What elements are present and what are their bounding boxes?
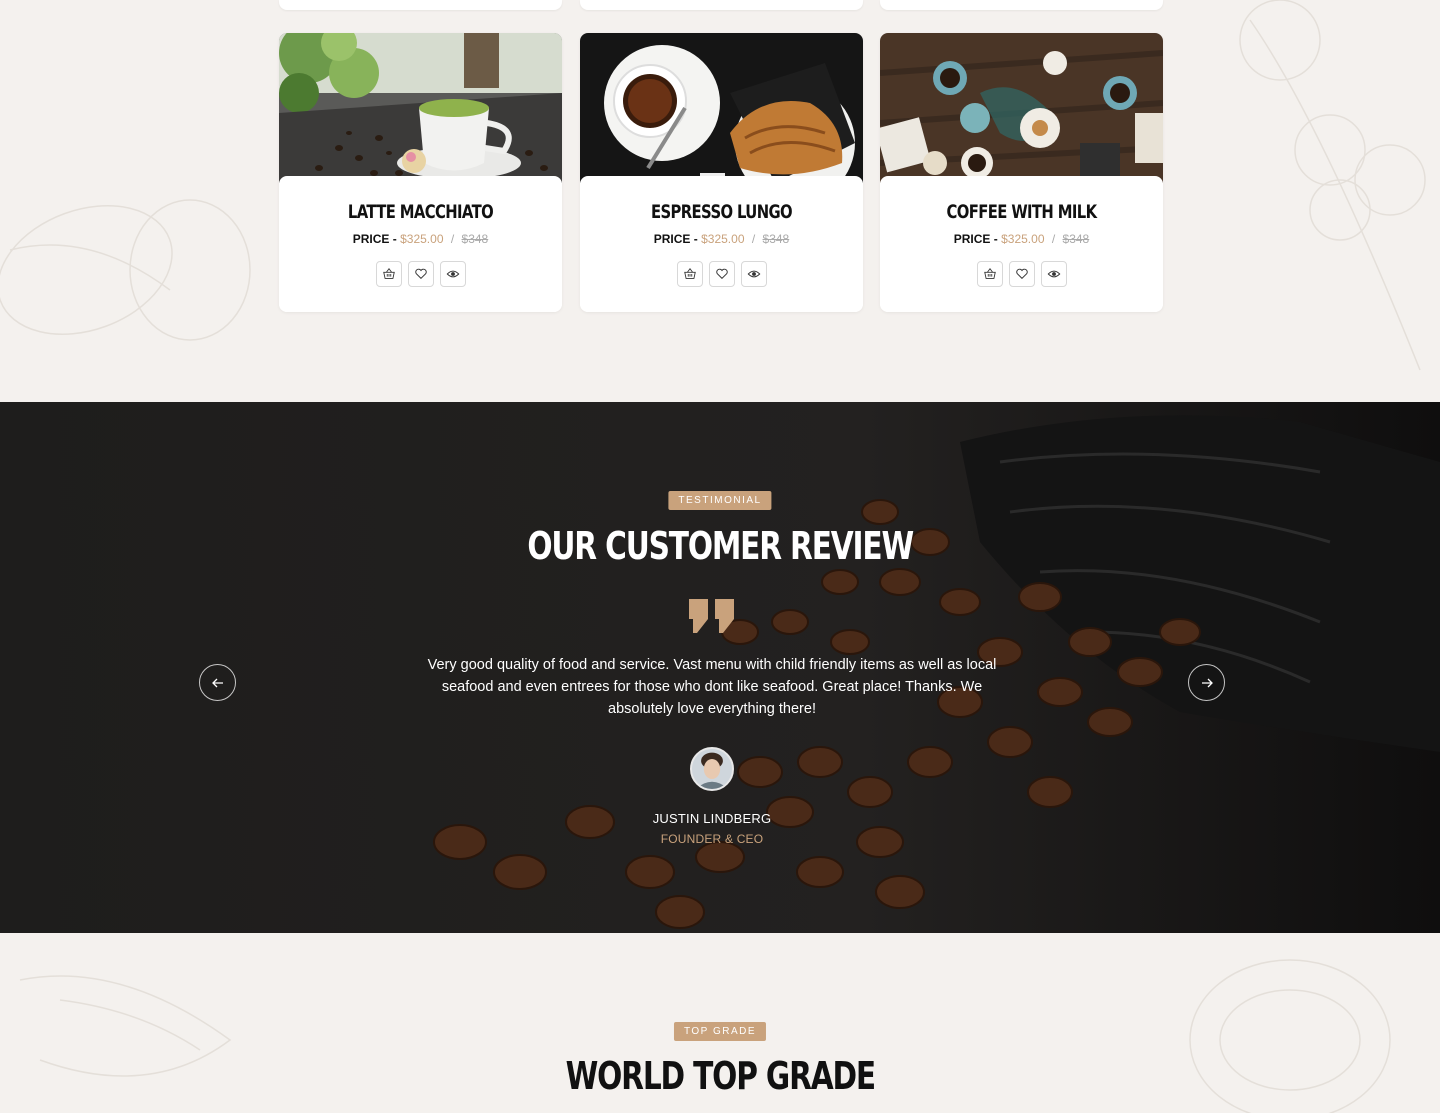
section-title: World Top Grade [0,1054,1440,1098]
product-info: Espresso Lungo PRICE - $325.00 / $348 [580,176,863,312]
quick-view-button[interactable] [740,261,767,287]
product-name[interactable]: Latte Macchiato [310,201,531,223]
current-price: $325.00 [400,232,444,246]
page: Latte Macchiato PRICE - $325.00 / $348 [0,0,1440,1113]
quick-view-button[interactable] [439,261,466,287]
arrow-left-icon [211,678,223,687]
wishlist-button[interactable] [407,261,434,287]
section-title-text: Our Customer Review [527,524,914,568]
old-price: $348 [1062,232,1090,246]
reviewer-role: Founder & CEO [660,832,764,846]
prev-slide-button[interactable] [199,664,236,701]
basket-icon [683,268,696,279]
product-info: Latte Macchiato PRICE - $325.00 / $348 [279,176,562,312]
section-badge: Testimonial [668,491,772,510]
old-price: $348 [461,232,489,246]
product-info: Coffee With Milk PRICE - $325.00 / $348 [880,176,1163,312]
section-title: Our Customer Review [0,524,1440,568]
price-separator: / [751,232,756,246]
price-separator: / [450,232,455,246]
product-card[interactable]: Espresso Lungo PRICE - $325.00 / $348 [580,33,863,312]
price-label: PRICE - [653,232,698,246]
product-actions [580,261,863,287]
heart-icon [414,268,427,280]
product-name[interactable]: Coffee With Milk [911,201,1132,223]
product-card[interactable]: Latte Macchiato PRICE - $325.00 / $348 [279,33,562,312]
next-slide-button[interactable] [1188,664,1225,701]
wishlist-button[interactable] [1008,261,1035,287]
eye-icon [1047,270,1060,278]
heart-icon [715,268,728,280]
arrow-right-icon [1201,678,1213,687]
add-to-cart-button[interactable] [375,261,402,287]
product-actions [880,261,1163,287]
basket-icon [983,268,996,279]
testimonial-section: Testimonial Our Customer Review .big-tit… [0,402,1440,933]
product-image[interactable] [580,33,863,183]
product-price: PRICE - $325.00 / $348 [279,232,562,246]
eye-icon [446,270,459,278]
reviewer-name: Justin Lindberg [652,811,772,826]
quick-view-button[interactable] [1040,261,1067,287]
product-name[interactable]: Espresso Lungo [611,201,832,223]
product-image[interactable] [279,33,562,183]
card-edge [880,0,1163,10]
product-card[interactable]: Coffee With Milk PRICE - $325.00 / $348 [880,33,1163,312]
section-badge: Top Grade [673,1022,767,1041]
section-title-text: World Top Grade [565,1054,876,1098]
heart-icon [1015,268,1028,280]
product-grid: Latte Macchiato PRICE - $325.00 / $348 [279,0,1163,312]
current-price: $325.00 [1001,232,1045,246]
card-edge [279,0,562,10]
wishlist-button[interactable] [708,261,735,287]
old-price: $348 [762,232,790,246]
add-to-cart-button[interactable] [976,261,1003,287]
price-separator: / [1051,232,1056,246]
quote-icon [689,599,734,633]
price-label: PRICE - [953,232,998,246]
review-text: Very good quality of food and service. V… [427,657,997,717]
avatar [690,747,734,791]
current-price: $325.00 [701,232,745,246]
person-portrait [692,749,732,789]
price-label: PRICE - [352,232,397,246]
product-price: PRICE - $325.00 / $348 [880,232,1163,246]
product-image[interactable] [880,33,1163,183]
eye-icon [747,270,760,278]
product-actions [279,261,562,287]
product-price: PRICE - $325.00 / $348 [580,232,863,246]
add-to-cart-button[interactable] [676,261,703,287]
basket-icon [382,268,395,279]
card-edge [580,0,863,10]
